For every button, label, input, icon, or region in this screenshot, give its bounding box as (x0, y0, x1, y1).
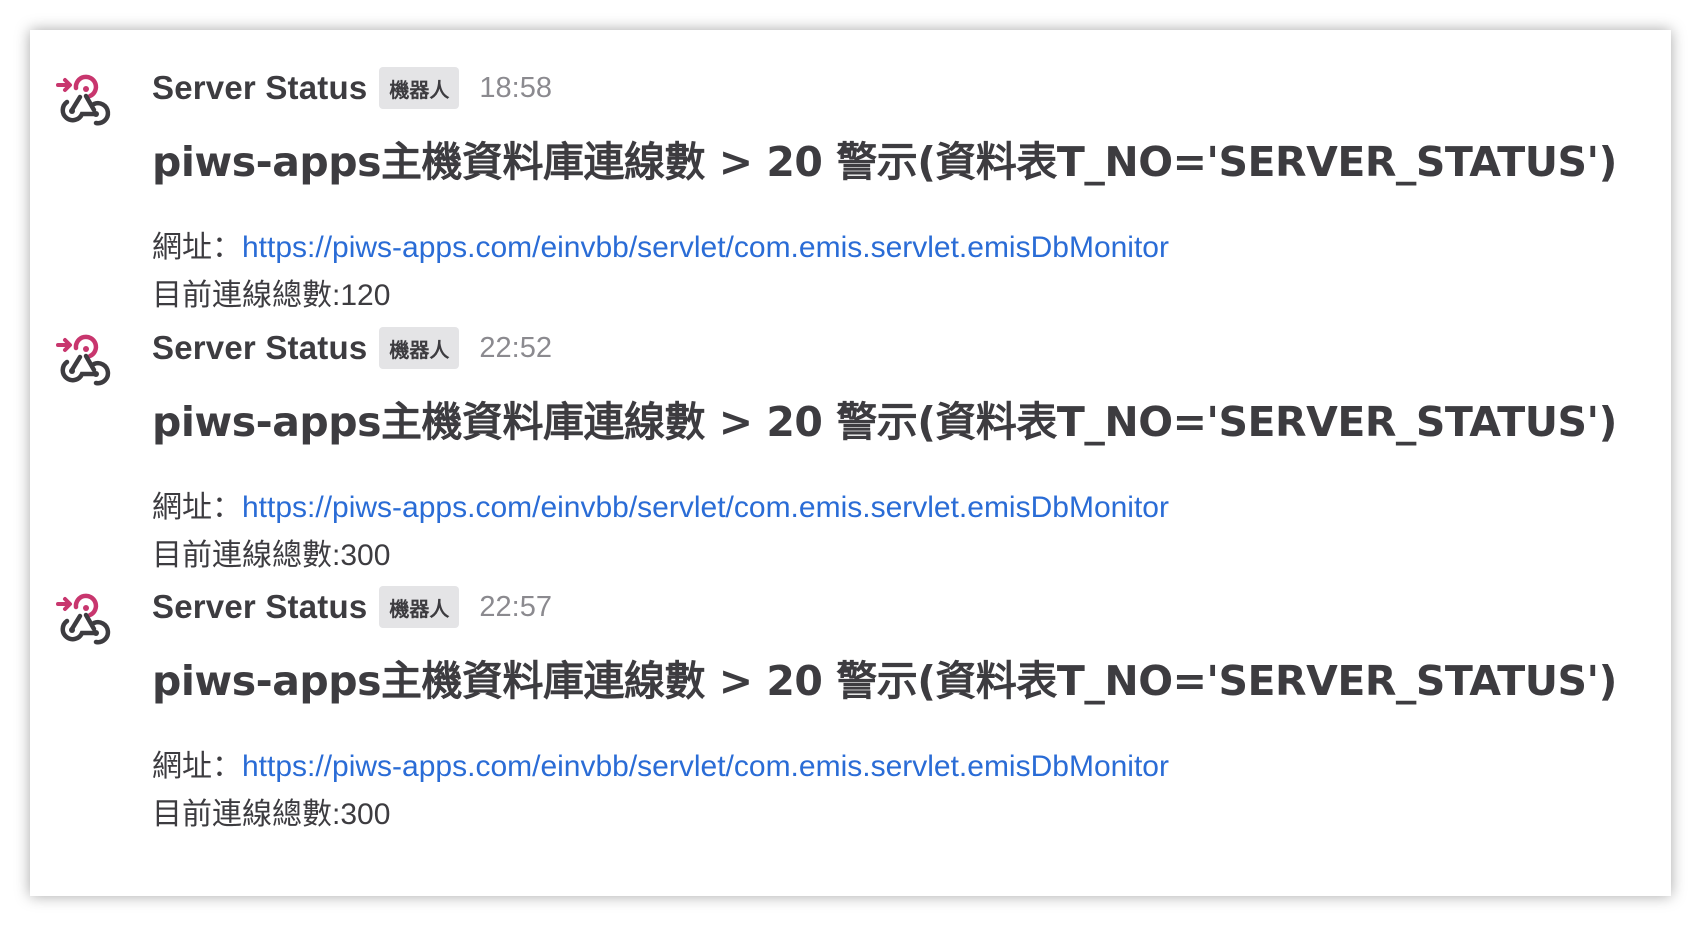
url-label: 網址： (152, 750, 242, 783)
webhook-icon[interactable] (56, 589, 114, 647)
connection-count: 目前連線總數:300 (152, 798, 391, 831)
message-header: Server Status 機器人 22:52 (152, 326, 552, 370)
url-label: 網址： (152, 491, 242, 524)
bot-badge: 機器人 (379, 586, 460, 628)
webhook-icon[interactable] (56, 70, 114, 128)
url-line: 網址：https://piws-apps.com/einvbb/servlet/… (152, 741, 1169, 785)
message-title: piws-apps主機資料庫連線數 > 20 警示(資料表T_NO='SERVE… (152, 398, 1617, 446)
message-list: Server Status 機器人 18:58 piws-apps主機資料庫連線… (30, 30, 1671, 896)
sender-name[interactable]: Server Status (152, 588, 367, 626)
monitor-link[interactable]: https://piws-apps.com/einvbb/servlet/com… (242, 750, 1169, 783)
message-header: Server Status 機器人 18:58 (152, 66, 552, 110)
url-line: 網址：https://piws-apps.com/einvbb/servlet/… (152, 222, 1169, 266)
monitor-link[interactable]: https://piws-apps.com/einvbb/servlet/com… (242, 491, 1169, 524)
message-title: piws-apps主機資料庫連線數 > 20 警示(資料表T_NO='SERVE… (152, 138, 1617, 186)
timestamp[interactable]: 22:57 (479, 591, 552, 624)
message-item: Server Status 機器人 18:58 piws-apps主機資料庫連線… (30, 30, 1671, 312)
timestamp[interactable]: 18:58 (479, 72, 552, 105)
message-item: Server Status 機器人 22:57 piws-apps主機資料庫連線… (30, 549, 1671, 831)
bot-badge: 機器人 (379, 327, 460, 369)
sender-name[interactable]: Server Status (152, 329, 367, 367)
url-label: 網址： (152, 231, 242, 264)
message-item: Server Status 機器人 22:52 piws-apps主機資料庫連線… (30, 290, 1671, 572)
url-line: 網址：https://piws-apps.com/einvbb/servlet/… (152, 482, 1169, 526)
webhook-icon[interactable] (56, 330, 114, 388)
message-header: Server Status 機器人 22:57 (152, 585, 552, 629)
message-title: piws-apps主機資料庫連線數 > 20 警示(資料表T_NO='SERVE… (152, 657, 1617, 705)
bot-badge: 機器人 (379, 67, 460, 109)
timestamp[interactable]: 22:52 (479, 332, 552, 365)
sender-name[interactable]: Server Status (152, 69, 367, 107)
monitor-link[interactable]: https://piws-apps.com/einvbb/servlet/com… (242, 231, 1169, 264)
